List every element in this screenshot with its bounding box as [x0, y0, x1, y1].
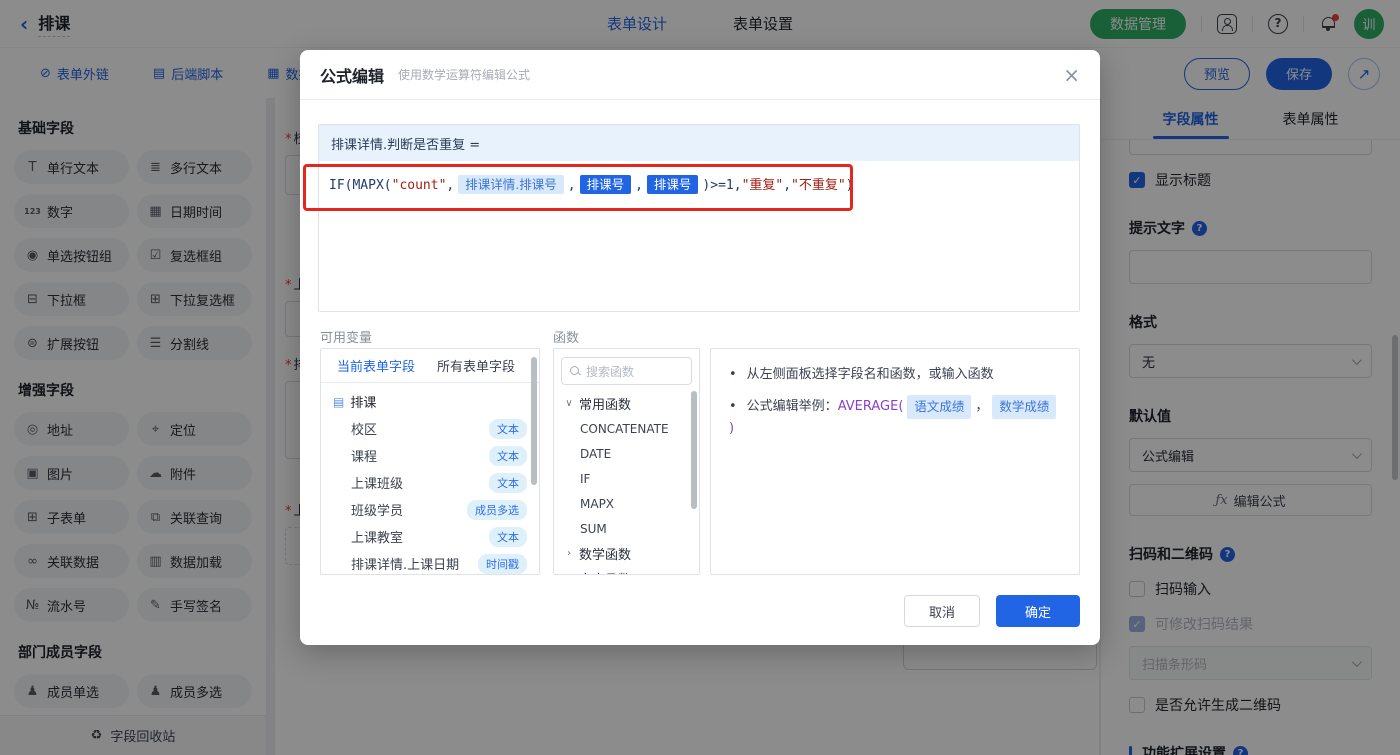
- tip-line: • 公式编辑举例： AVERAGE(语文成绩，数学成绩): [729, 395, 1061, 439]
- formula-token: "重复": [741, 178, 784, 193]
- functions-list: ∨ 常用函数 CONCATENATEDATEIFMAPXSUM › 数学函数 › 文本函数: [554, 391, 699, 574]
- formula-line: IF(MAPX("count", 排课详情.排课号, 排课号, 排课号)>=1,"重复…: [329, 173, 1069, 198]
- variable-item[interactable]: 班级学员 成员多选: [321, 496, 539, 523]
- variable-item[interactable]: 排课详情.上课日期 时间戳: [321, 550, 539, 574]
- field-type-badge: 成员多选: [467, 499, 527, 520]
- tip-text: 从左侧面板选择字段名和函数，或输入函数: [746, 367, 994, 382]
- variable-item[interactable]: 课程 文本: [321, 442, 539, 469]
- variables-panel: 当前表单字段 所有表单字段 ▤ 排课 校区 文本 课程 文本 上课班级 文本 班级学员 成员多选上…: [320, 348, 540, 575]
- formula-editor-modal: 公式编辑 使用数学运算符编辑公式 × 排课详情.判断是否重复 = IF(MAPX…: [300, 50, 1100, 645]
- scrollbar-thumb[interactable]: [691, 391, 697, 509]
- form-doc-icon: ▤: [333, 394, 345, 409]
- function-group-label: 数学函数: [579, 548, 632, 563]
- tip-text: ): [729, 421, 735, 436]
- field-type-badge: 文本: [489, 526, 527, 547]
- formula-tips: • 从左侧面板选择字段名和函数，或输入函数 • 公式编辑举例： AVERAGE(语文成绩…: [710, 348, 1080, 575]
- formula-token: IF(MAPX(: [329, 178, 392, 193]
- tab-current-form-fields[interactable]: 当前表单字段: [337, 356, 415, 375]
- variable-root[interactable]: ▤ 排课: [321, 388, 539, 415]
- formula-token: ): [845, 178, 854, 193]
- cancel-button[interactable]: 取消: [904, 595, 980, 627]
- field-type-badge: 文本: [489, 472, 527, 493]
- variable-label: 上课班级: [351, 477, 404, 492]
- function-group[interactable]: ∨ 常用函数: [554, 391, 699, 416]
- functions-title: 函数: [553, 331, 580, 346]
- variable-label: 校区: [351, 423, 378, 438]
- variables-title: 可用变量: [320, 331, 373, 346]
- variable-label: 班级学员: [351, 504, 404, 519]
- function-item[interactable]: DATE: [554, 441, 699, 466]
- tip-line: • 从左侧面板选择字段名和函数，或输入函数: [729, 365, 1061, 385]
- field-chip[interactable]: 排课号: [579, 175, 632, 194]
- function-item[interactable]: SUM: [554, 516, 699, 541]
- formula-input-area[interactable]: IF(MAPX("count", 排课详情.排课号, 排课号, 排课号)>=1,"重复…: [319, 161, 1079, 311]
- chevron-down-icon: ∨: [565, 398, 573, 409]
- example-field-chip[interactable]: 数学成绩: [992, 395, 1057, 419]
- formula-token: ,: [783, 178, 792, 193]
- field-chip[interactable]: 排课号: [646, 175, 699, 194]
- formula-token: "不重复": [791, 178, 846, 193]
- function-item[interactable]: IF: [554, 466, 699, 491]
- function-search-input[interactable]: 搜索函数: [561, 357, 692, 385]
- function-group[interactable]: › 文本函数: [554, 566, 699, 574]
- bullet: •: [729, 399, 737, 414]
- formula-token: )>=1,: [702, 178, 742, 193]
- app-root: ‹ 排课 表单设计 表单设置 数据管理 ? 训 ⊘表单外链▤后端脚本▦数据权 预…: [0, 0, 1400, 755]
- variable-item[interactable]: 上课班级 文本: [321, 469, 539, 496]
- search-placeholder: 搜索函数: [586, 364, 635, 379]
- formula-target: 排课详情.判断是否重复 =: [319, 125, 1079, 161]
- bullet: •: [729, 367, 737, 382]
- example-field-chip[interactable]: 语文成绩: [907, 395, 972, 419]
- close-icon[interactable]: ×: [1063, 65, 1080, 85]
- modal-subtitle: 使用数学运算符编辑公式: [398, 68, 531, 82]
- field-type-badge: 文本: [489, 445, 527, 466]
- field-chip[interactable]: 排课详情.排课号: [458, 175, 564, 194]
- variables-list: ▤ 排课 校区 文本 课程 文本 上课班级 文本 班级学员 成员多选 上课教室 文本 排课详情.上课日期…: [321, 383, 539, 574]
- chevron-right-icon: ›: [564, 573, 574, 574]
- variable-label: 上课教室: [351, 531, 404, 546]
- tip-text: 公式编辑举例：: [746, 399, 838, 414]
- variable-label: 排课详情.上课日期: [351, 558, 460, 573]
- function-item[interactable]: MAPX: [554, 491, 699, 516]
- tip-text: AVERAGE(: [837, 399, 904, 414]
- chevron-right-icon: ›: [567, 548, 571, 559]
- formula-token: ,: [635, 178, 643, 193]
- formula-editor: 排课详情.判断是否重复 = IF(MAPX("count", 排课详情.排课号, 排…: [318, 124, 1080, 312]
- function-group-label: 文本函数: [579, 569, 631, 574]
- variable-item[interactable]: 校区 文本: [321, 415, 539, 442]
- function-group[interactable]: › 数学函数: [554, 541, 699, 566]
- tab-all-form-fields[interactable]: 所有表单字段: [437, 356, 515, 375]
- scrollbar-thumb[interactable]: [531, 357, 537, 485]
- formula-token: "count": [391, 178, 447, 193]
- field-type-badge: 文本: [489, 418, 527, 439]
- tip-text: ，: [975, 399, 989, 414]
- modal-title: 公式编辑: [320, 66, 385, 86]
- variable-item[interactable]: 上课教室 文本: [321, 523, 539, 550]
- function-group-label: 常用函数: [579, 398, 632, 413]
- variable-root-label: 排课: [350, 396, 377, 411]
- confirm-button[interactable]: 确定: [996, 595, 1080, 627]
- function-item[interactable]: CONCATENATE: [554, 416, 699, 441]
- formula-token: ,: [446, 178, 455, 193]
- formula-token: ,: [567, 178, 576, 193]
- field-type-badge: 时间戳: [478, 553, 527, 574]
- search-icon: [570, 366, 580, 376]
- variable-label: 课程: [351, 450, 378, 465]
- functions-panel: 搜索函数 ∨常用函数CONCATENATEDATEIFMAPXSUM›数学函数›…: [553, 348, 700, 575]
